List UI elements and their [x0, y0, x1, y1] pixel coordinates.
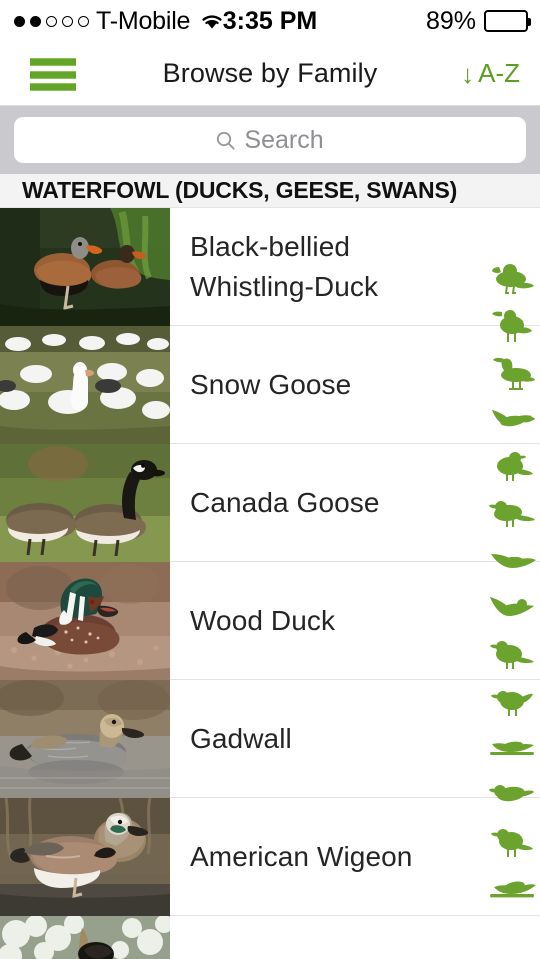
status-bar-right: 89%	[425, 0, 531, 42]
species-name: Wood Duck	[190, 604, 336, 636]
section-header-waterfowl: WATERFOWL (DUCKS, GEESE, SWANS)	[0, 174, 540, 208]
search-input[interactable]: Search	[14, 117, 526, 163]
species-thumbnail	[0, 916, 170, 959]
battery-percent-label: 89%	[425, 6, 476, 35]
duck-silhouette-icon[interactable]	[486, 255, 538, 302]
species-name-cell	[170, 916, 540, 959]
flycatcher-on-branch-silhouette-icon[interactable]	[486, 725, 538, 772]
section-header-label: WATERFOWL (DUCKS, GEESE, SWANS)	[22, 177, 458, 203]
table-row[interactable]: Canada Goose	[0, 444, 540, 563]
sparrow-silhouette-icon[interactable]	[486, 819, 538, 866]
crow-silhouette-icon[interactable]	[486, 490, 538, 537]
species-thumbnail	[0, 680, 170, 799]
family-index-scrubber[interactable]	[484, 255, 540, 913]
search-placeholder: Search	[244, 125, 324, 154]
species-thumbnail	[0, 562, 170, 681]
songbird-silhouette-icon[interactable]	[486, 631, 538, 678]
wren-silhouette-icon[interactable]	[486, 678, 538, 725]
species-thumbnail	[0, 208, 170, 327]
perching-bird-on-branch-silhouette-icon[interactable]	[486, 866, 538, 913]
species-thumbnail	[0, 798, 170, 917]
species-thumbnail	[0, 326, 170, 445]
navigation-bar: Browse by Family ↓ A-Z	[0, 42, 540, 106]
table-row[interactable]: Snow Goose	[0, 326, 540, 445]
species-name: Snow Goose	[190, 368, 352, 400]
table-row[interactable]: Black-bellied Whistling-Duck	[0, 208, 540, 327]
sort-az-label: A-Z	[478, 58, 520, 88]
table-row[interactable]	[0, 916, 540, 959]
species-list: Black-bellied Whistling-Duck Snow Goose …	[0, 208, 540, 959]
species-thumbnail	[0, 444, 170, 563]
clock-label: 3:35 PM	[222, 6, 318, 35]
search-icon	[216, 131, 235, 150]
species-name: Gadwall	[190, 722, 292, 754]
battery-icon	[484, 10, 531, 32]
warbler-silhouette-icon[interactable]	[486, 772, 538, 819]
pigeon-silhouette-icon[interactable]	[486, 443, 538, 490]
search-bar-container: Search	[0, 106, 540, 174]
shorebird-silhouette-icon[interactable]	[486, 302, 538, 349]
heron-silhouette-icon[interactable]	[486, 349, 538, 396]
species-name: Black-bellied Whistling-Duck	[190, 230, 379, 302]
swift-silhouette-icon[interactable]	[486, 537, 538, 584]
table-row[interactable]: American Wigeon	[0, 798, 540, 917]
table-row[interactable]: Wood Duck	[0, 562, 540, 681]
raptor-in-flight-silhouette-icon[interactable]	[486, 396, 538, 443]
down-arrow-icon: ↓	[461, 58, 475, 89]
page-title: Browse by Family	[162, 58, 378, 88]
status-bar: T-Mobile 3:35 PM 89%	[0, 0, 540, 42]
app-screen: T-Mobile 3:35 PM 89% Browse by Family ↓ …	[0, 0, 540, 959]
species-name: American Wigeon	[190, 840, 413, 872]
sort-az-button[interactable]: ↓ A-Z	[461, 58, 520, 89]
table-row[interactable]: Gadwall	[0, 680, 540, 799]
species-name: Canada Goose	[190, 486, 380, 518]
swallow-silhouette-icon[interactable]	[486, 584, 538, 631]
